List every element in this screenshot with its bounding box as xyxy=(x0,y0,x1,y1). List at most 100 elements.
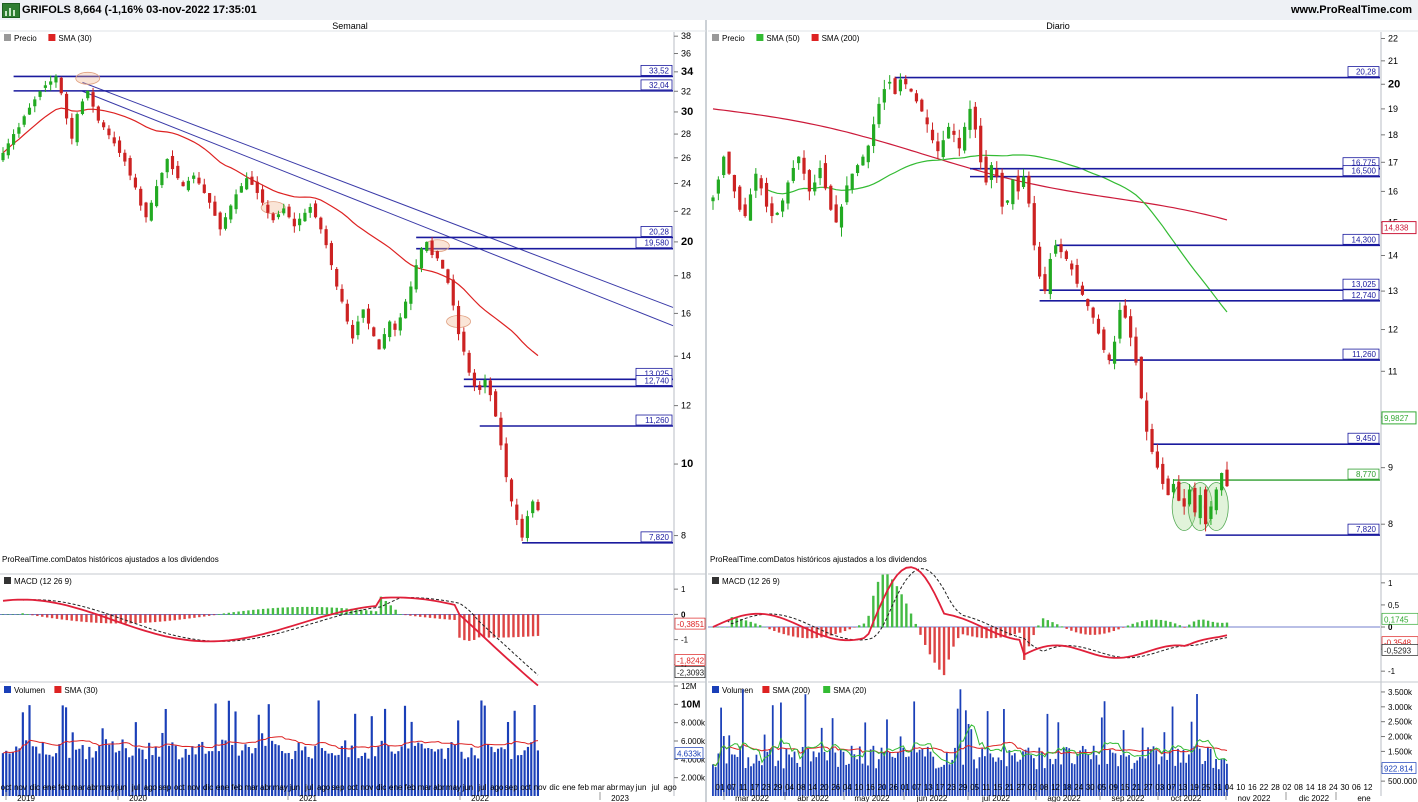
macd-bar xyxy=(1155,619,1158,628)
candle-body xyxy=(250,176,254,185)
macd-bar xyxy=(773,627,776,631)
candle-body xyxy=(855,165,860,174)
candle-body xyxy=(303,212,307,222)
macd-bar xyxy=(522,614,525,637)
instrument-title: GRIFOLS 8,664 (-1,16% 03-nov-2022 17:35:… xyxy=(22,4,257,16)
candle-body xyxy=(791,167,795,181)
candle-body xyxy=(282,208,286,214)
macd-bar xyxy=(232,612,235,615)
macd-bar xyxy=(173,614,176,621)
volume-bar xyxy=(317,700,320,796)
trading-chart-page: GRIFOLS 8,664 (-1,16% 03-nov-2022 17:35:… xyxy=(0,0,1418,802)
x-day-label: 02 xyxy=(1028,783,1037,792)
legend-swatch xyxy=(712,34,719,41)
candle-body xyxy=(366,308,371,324)
level-label: 7,820 xyxy=(1356,525,1377,534)
candle-body xyxy=(861,156,865,166)
macd-bar xyxy=(801,627,804,638)
x-day-label: 08 xyxy=(1294,783,1303,792)
candle-body xyxy=(107,128,111,136)
x-month-label: abr 2022 xyxy=(797,794,829,802)
legend-swatch xyxy=(54,686,62,693)
candle-body xyxy=(155,186,159,207)
x-day-label: 04 xyxy=(1225,783,1234,792)
macd-bar xyxy=(758,625,762,628)
candle-body xyxy=(419,248,424,269)
x-day-label: 01 xyxy=(716,783,725,792)
candle-body xyxy=(398,317,402,331)
macd-bar xyxy=(247,610,250,615)
candle-body xyxy=(1,152,5,161)
candle-body xyxy=(1005,200,1010,203)
volume-bar xyxy=(804,694,807,796)
candle-body xyxy=(525,516,529,539)
candle-body xyxy=(845,185,849,203)
macd-bar xyxy=(1173,623,1177,628)
x-month-label: oct 2022 xyxy=(1171,794,1202,802)
x-day-label: 29 xyxy=(959,783,968,792)
macd-bar xyxy=(6,614,10,615)
macd-bar xyxy=(198,614,201,618)
macd-bar xyxy=(517,614,520,638)
candle-body xyxy=(229,205,233,220)
chart-canvas[interactable]: Semanal Diario383634323028262422201816141… xyxy=(0,20,1418,802)
macd-bar xyxy=(443,614,446,620)
macd-bar xyxy=(433,614,437,619)
legend-swatch xyxy=(756,34,764,41)
macd-bar xyxy=(85,614,88,623)
y-tick-label: 2.000k xyxy=(1388,733,1413,742)
macd-bar xyxy=(183,614,186,620)
candle-body xyxy=(509,479,514,502)
candle-body xyxy=(276,214,281,218)
candle-body xyxy=(797,156,801,164)
candle-body xyxy=(1107,354,1111,361)
candle-body xyxy=(759,178,763,189)
candle-body xyxy=(467,352,471,373)
macd-bar xyxy=(266,608,270,615)
macd-bar xyxy=(867,615,870,628)
y-tick-label: 8 xyxy=(1388,519,1393,529)
x-month-label: ene xyxy=(1357,794,1371,802)
macd-bar xyxy=(966,627,969,636)
macd-bar xyxy=(1136,622,1139,628)
x-month-label: jul xyxy=(651,783,660,792)
macd-bar xyxy=(919,627,922,635)
x-day-label: 22 xyxy=(1259,783,1268,792)
candle-body xyxy=(780,200,785,212)
x-month-label: may xyxy=(99,783,114,792)
candle-body xyxy=(123,152,127,162)
x-day-label: 24 xyxy=(1074,783,1083,792)
candle-body xyxy=(446,269,450,283)
candle-body xyxy=(515,504,519,520)
candle-body xyxy=(133,177,138,188)
x-day-label: 15 xyxy=(1121,783,1130,792)
x-day-label: 05 xyxy=(1097,783,1106,792)
candle-body xyxy=(160,172,164,186)
y-tick-label: 10M xyxy=(681,699,700,710)
candle-body xyxy=(223,217,228,229)
site-link[interactable]: www.ProRealTime.com xyxy=(1291,4,1412,16)
x-month-label: dic 2022 xyxy=(1299,794,1330,802)
x-day-label: 23 xyxy=(762,783,771,792)
macd-bar xyxy=(1056,624,1059,628)
candle-body xyxy=(43,85,47,88)
legend-swatch xyxy=(712,686,719,693)
candle-body xyxy=(409,286,413,304)
candle-body xyxy=(192,175,196,179)
macd-value-label: 0,1745 xyxy=(1384,615,1409,624)
legend-swatch xyxy=(762,686,770,693)
x-day-label: 21 xyxy=(1005,783,1014,792)
x-day-label: 20 xyxy=(878,783,887,792)
candle-body xyxy=(973,106,977,130)
level-label: 14,300 xyxy=(1352,235,1377,244)
candle-body xyxy=(266,204,270,213)
level-label: 13,025 xyxy=(1352,280,1377,289)
x-day-label: 21 xyxy=(1132,783,1141,792)
macd-bar xyxy=(207,614,211,616)
candle-body xyxy=(850,173,854,190)
candle-body xyxy=(1214,489,1218,511)
macd-bar xyxy=(928,627,932,655)
macd-bar xyxy=(271,608,275,615)
title-bar: GRIFOLS 8,664 (-1,16% 03-nov-2022 17:35:… xyxy=(0,0,1418,21)
macd-bar xyxy=(296,606,299,615)
